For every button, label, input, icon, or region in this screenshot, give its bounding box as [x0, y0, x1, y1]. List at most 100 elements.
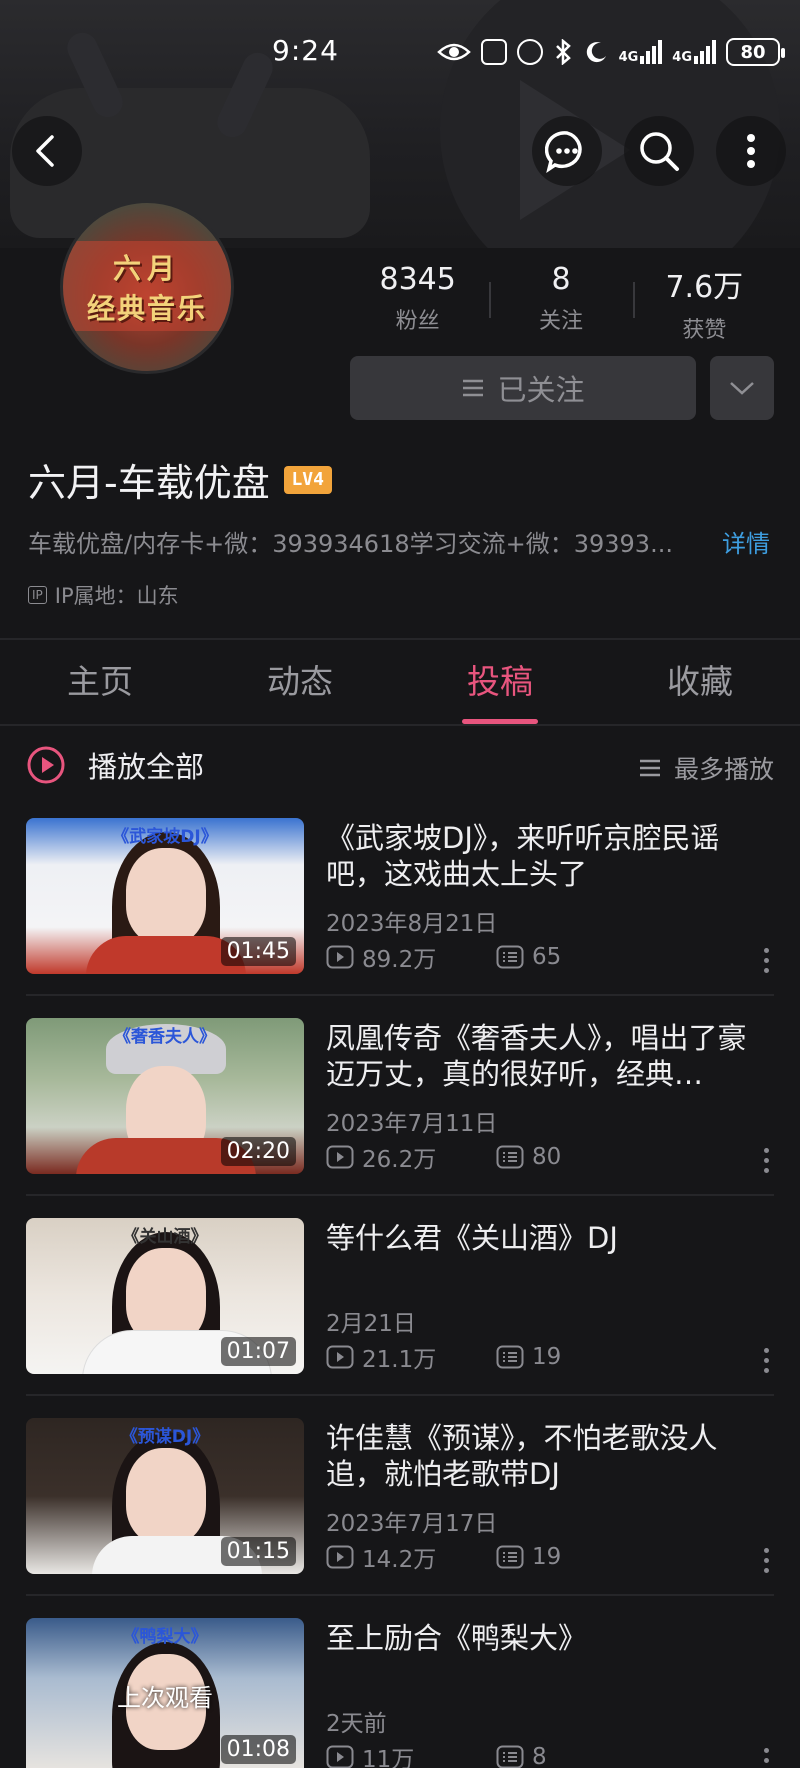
stat-label: 获赞 [682, 318, 727, 343]
video-date: 2023年8月21日 [326, 911, 498, 937]
chat-bubble-icon [545, 131, 582, 173]
stat-following[interactable]: 8 关注 [489, 262, 632, 336]
more-vertical-icon [747, 134, 755, 168]
followed-label: 已关注 [497, 373, 585, 407]
video-thumbnail[interactable]: 《鸭梨大》 上次观看 01:08 [26, 1618, 304, 1768]
video-thumbnail[interactable]: 《武家坡DJ》 01:45 [26, 818, 304, 974]
cell-signal-1: 4G [619, 40, 663, 64]
video-title[interactable]: 《武家坡DJ》，来听听京腔民谣吧，这戏曲太上头了 [326, 820, 772, 892]
back-button[interactable] [12, 116, 82, 186]
video-thumbnail[interactable]: 《关山酒》 01:07 [26, 1218, 304, 1374]
avatar[interactable]: 六月 经典音乐 [60, 200, 234, 374]
play-count: 89.2万 [362, 947, 437, 973]
username: 六月-车载优盘 LV4 [28, 452, 332, 507]
divider [26, 1194, 774, 1196]
video-thumbnail[interactable]: 《预谋DJ》 01:15 [26, 1418, 304, 1574]
followed-button[interactable]: 已关注 [350, 356, 696, 420]
video-item[interactable]: 《奢香夫人》 02:20 凤凰传奇《奢香夫人》，唱出了豪迈万丈，真的很好听，经典… [0, 1018, 800, 1218]
play-count: 11万 [362, 1747, 415, 1768]
video-thumbnail[interactable]: 《奢香夫人》 02:20 [26, 1018, 304, 1174]
stat-fans[interactable]: 8345 粉丝 [346, 262, 489, 336]
tab-favorites[interactable]: 收藏 [600, 644, 800, 724]
moon-icon [586, 42, 606, 63]
video-item[interactable]: 《预谋DJ》 01:15 许佳慧《预谋》，不怕老歌没人追，就怕老歌带DJ 202… [0, 1418, 800, 1618]
stat-label: 粉丝 [395, 309, 440, 334]
sort-lines-icon [639, 759, 660, 777]
sort-label: 最多播放 [673, 755, 774, 784]
chevron-left-icon [36, 135, 54, 167]
message-button[interactable] [532, 116, 602, 186]
video-meta: 11万 8 [326, 1740, 666, 1768]
ip-location: IP IP属地：山东 [28, 580, 179, 610]
more-vertical-icon[interactable] [764, 1148, 770, 1173]
stat-likes[interactable]: 7.6万 获赞 [632, 262, 776, 343]
comment-count: 19 [532, 1544, 562, 1570]
play-circle-icon [27, 746, 65, 784]
thumbnail-caption: 《预谋DJ》 [120, 1427, 210, 1447]
video-date: 2023年7月17日 [326, 1511, 498, 1537]
more-vertical-icon[interactable] [764, 948, 770, 973]
bio-text: 车载优盘/内存卡+微：393934618学习交流+微：39393... [28, 530, 673, 558]
profile-tabs: 主页 动态 投稿 收藏 [0, 644, 800, 724]
video-meta: 89.2万 65 [326, 940, 666, 974]
divider [26, 1594, 774, 1596]
divider [26, 994, 774, 996]
video-meta: 14.2万 19 [326, 1540, 666, 1574]
eye-icon [436, 43, 471, 61]
tab-home[interactable]: 主页 [0, 644, 200, 724]
username-text: 六月-车载优盘 [28, 461, 270, 505]
avatar-text-1: 六月 [112, 252, 181, 285]
video-title[interactable]: 等什么君《关山酒》DJ [326, 1220, 772, 1256]
ip-location-text: IP属地：山东 [54, 584, 179, 608]
video-title[interactable]: 至上励合《鸭梨大》 [326, 1620, 772, 1656]
thumbnail-caption: 《武家坡DJ》 [112, 827, 218, 847]
level-badge: LV4 [283, 465, 332, 494]
tab-uploads[interactable]: 投稿 [400, 644, 600, 724]
stat-label: 关注 [538, 309, 583, 334]
thumbnail-caption: 《奢香夫人》 [114, 1027, 216, 1047]
play-all-label: 播放全部 [88, 750, 205, 784]
comment-count: 8 [532, 1744, 547, 1768]
play-count-icon [326, 1545, 354, 1569]
search-button[interactable] [624, 116, 694, 186]
comment-count-icon [496, 945, 524, 969]
thumbnail-caption: 《鸭梨大》 [122, 1627, 208, 1647]
video-title[interactable]: 凤凰传奇《奢香夫人》，唱出了豪迈万丈，真的很好听，经典… [326, 1020, 772, 1092]
more-vertical-icon[interactable] [764, 1348, 770, 1373]
ip-badge-icon: IP [28, 586, 47, 604]
play-count: 14.2万 [362, 1547, 437, 1573]
more-button[interactable] [716, 116, 786, 186]
tab-activity[interactable]: 动态 [200, 644, 400, 724]
more-vertical-icon[interactable] [764, 1748, 770, 1768]
video-title[interactable]: 许佳慧《预谋》，不怕老歌没人追，就怕老歌带DJ [326, 1420, 772, 1492]
video-date: 2023年7月11日 [326, 1111, 498, 1137]
video-item[interactable]: 《关山酒》 01:07 等什么君《关山酒》DJ 2月21日 21.1万 19 [0, 1218, 800, 1418]
video-item[interactable]: 《鸭梨大》 上次观看 01:08 至上励合《鸭梨大》 2天前 11万 8 [0, 1618, 800, 1768]
status-time: 9:24 [272, 34, 339, 67]
more-vertical-icon[interactable] [764, 1548, 770, 1573]
last-watched-label: 上次观看 [117, 1684, 213, 1712]
play-count: 26.2万 [362, 1147, 437, 1173]
sort-button[interactable]: 最多播放 [638, 750, 774, 786]
comment-count: 65 [532, 944, 562, 970]
comment-count-icon [496, 1145, 524, 1169]
status-bar: 9:24 4G 4G 80 [0, 34, 800, 74]
comment-count-icon [496, 1745, 524, 1768]
menu-lines-icon [463, 379, 484, 397]
comment-count: 80 [532, 1144, 562, 1170]
play-count: 21.1万 [362, 1347, 437, 1373]
video-item[interactable]: 《武家坡DJ》 01:45 《武家坡DJ》，来听听京腔民谣吧，这戏曲太上头了 2… [0, 818, 800, 1018]
avatar-text-2: 经典音乐 [86, 292, 207, 325]
nfc-icon [480, 39, 507, 65]
divider [0, 638, 800, 640]
play-all-button[interactable]: 播放全部 [26, 744, 204, 786]
comment-count: 19 [532, 1344, 562, 1370]
details-link[interactable]: 详情 [722, 524, 770, 559]
video-date: 2月21日 [326, 1311, 416, 1337]
follow-dropdown-button[interactable] [710, 356, 774, 420]
stat-value: 8 [551, 262, 571, 297]
alarm-icon [516, 39, 543, 65]
stat-value: 7.6万 [665, 270, 744, 305]
thumbnail-caption: 《关山酒》 [122, 1227, 208, 1247]
search-icon [640, 132, 679, 171]
